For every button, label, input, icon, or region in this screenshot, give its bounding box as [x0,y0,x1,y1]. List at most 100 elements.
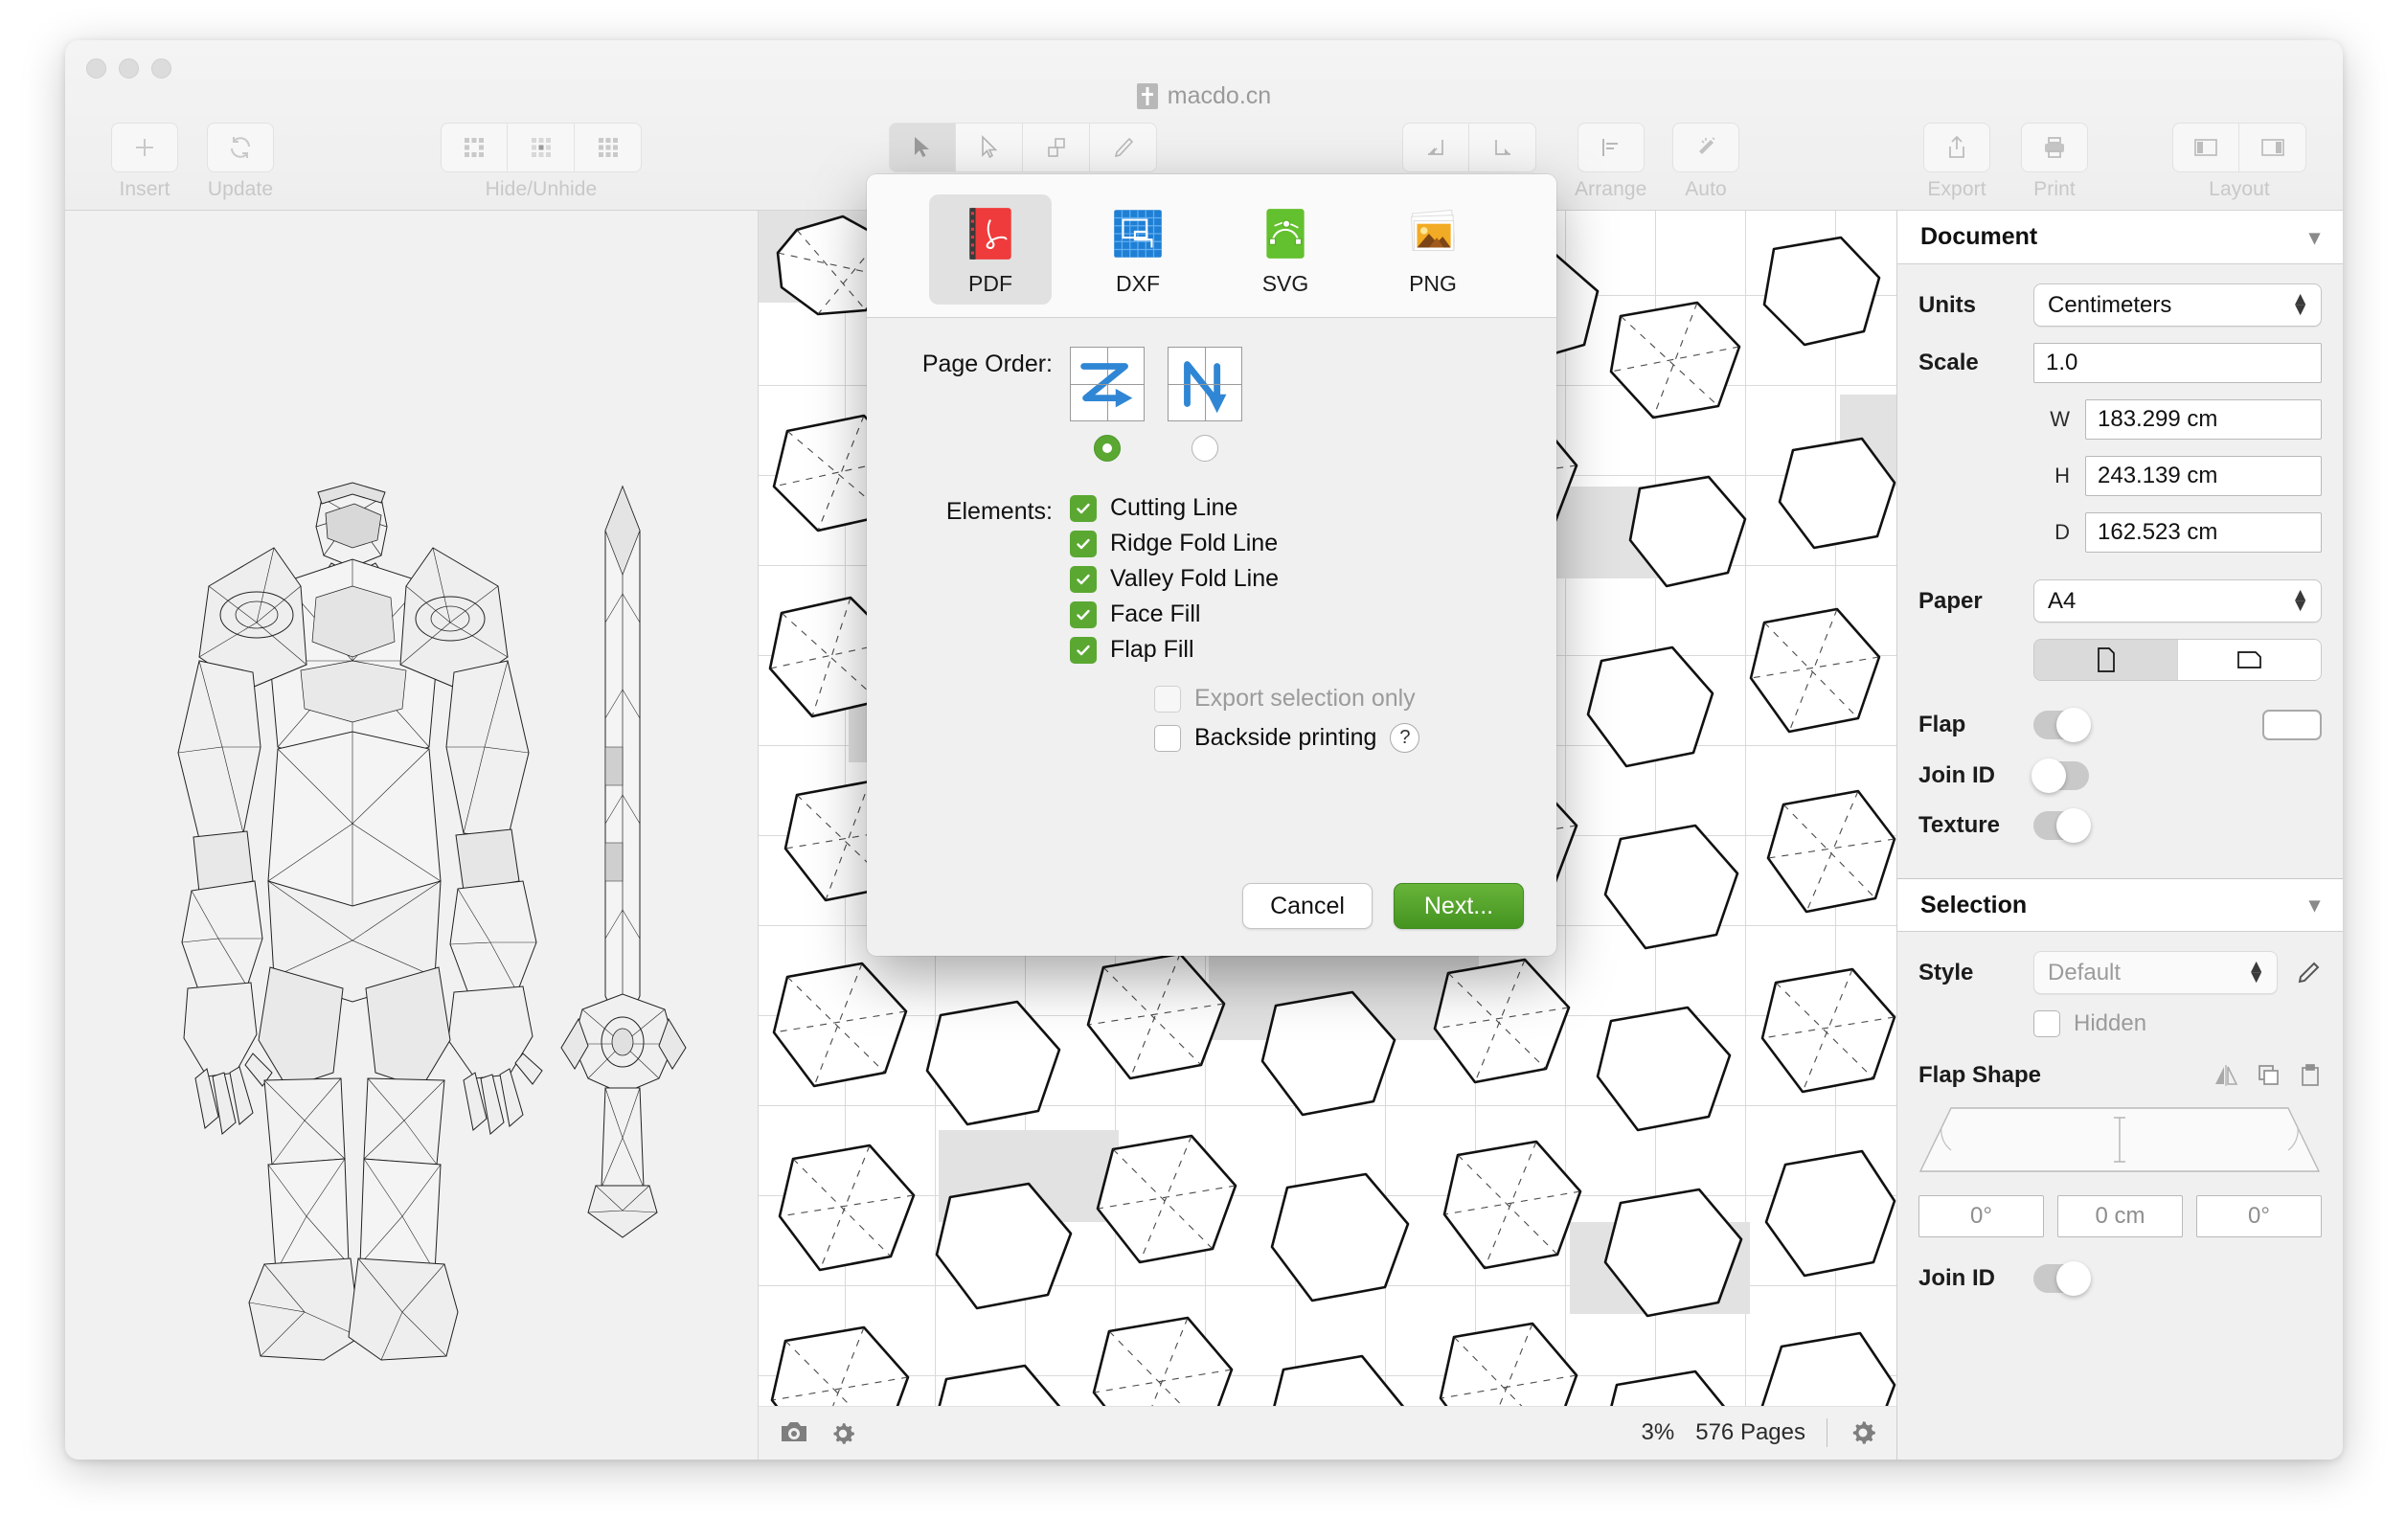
page-order-horizontal-option[interactable] [1070,347,1145,462]
stepper-icon[interactable]: ▲▼ [2291,294,2309,317]
camera-icon[interactable] [780,1420,808,1445]
orientation-segment[interactable] [2033,639,2322,681]
format-option-pdf[interactable]: PDF [929,194,1052,305]
element-cutting-line[interactable]: Cutting Line [1070,494,1279,522]
depth-value: 162.523 cm [2098,519,2217,546]
page-order-vertical-option[interactable] [1168,347,1242,462]
depth-input[interactable]: 162.523 cm [2085,512,2322,553]
selection-section-header[interactable]: Selection ▾ [1897,878,2343,932]
hidden-checkbox[interactable] [2033,1010,2060,1037]
chevron-down-icon[interactable]: ▾ [2309,225,2320,250]
scale-input[interactable]: 1.0 [2033,343,2322,383]
stepper-icon[interactable]: ▲▼ [2291,590,2309,613]
insert-button[interactable] [111,123,178,172]
width-input[interactable]: 183.299 cm [2085,399,2322,440]
update-button[interactable] [207,123,274,172]
hide-selected-button[interactable] [441,123,508,172]
ridge-fold-line-checkbox[interactable] [1070,531,1097,557]
backside-printing-checkbox[interactable] [1154,725,1181,752]
flap-height-input[interactable]: 0 cm [2057,1195,2183,1237]
page-order-vertical-icon[interactable] [1168,347,1242,421]
window-controls[interactable] [86,58,171,79]
direct-select-tool-button[interactable] [956,123,1023,172]
format-option-dxf[interactable]: DXF [1077,194,1199,305]
element-valley-fold-line[interactable]: Valley Fold Line [1070,565,1279,593]
page-order-horizontal-icon[interactable] [1070,347,1145,421]
cutting-line-checkbox[interactable] [1070,495,1097,522]
page-portrait-button[interactable] [2034,640,2178,680]
mirror-icon[interactable] [2213,1064,2239,1087]
panel-left-button[interactable] [2172,123,2239,172]
flap-toggle[interactable] [2033,711,2089,739]
page-order-vertical-radio[interactable] [1192,435,1218,462]
flap-shape-preview[interactable] [1918,1102,2322,1180]
hide-unhide-segment[interactable] [441,123,642,172]
page-order-horizontal-radio[interactable] [1094,435,1121,462]
element-ridge-fold-line[interactable]: Ridge Fold Line [1070,530,1279,557]
unhide-all-button[interactable] [575,123,642,172]
style-select[interactable]: Default ▲▼ [2033,951,2278,994]
backside-printing-row[interactable]: Backside printing ? [1154,723,1556,753]
format-label-pdf: PDF [968,271,1012,297]
hidden-checkbox-row[interactable]: Hidden [2033,1010,2146,1037]
format-option-svg[interactable]: SVG [1224,194,1347,305]
auto-button[interactable] [1672,123,1739,172]
check-icon [1075,642,1092,659]
close-button[interactable] [86,58,106,79]
tools-segment[interactable] [889,123,1157,172]
edit-flap-tool-button[interactable] [1090,123,1157,172]
print-button[interactable] [2021,123,2088,172]
style-row: Style Default ▲▼ [1918,951,2322,994]
rotate-right-button[interactable] [1469,123,1536,172]
scale-value: 1.0 [2046,350,2077,376]
join-id-toggle[interactable] [2033,761,2089,790]
export-selection-only-row[interactable]: Export selection only [1154,685,1556,713]
flap-preview-box[interactable] [2262,710,2322,740]
selection-join-id-toggle[interactable] [2033,1264,2089,1293]
shapes-icon [1044,135,1069,160]
element-face-fill[interactable]: Face Fill [1070,600,1279,628]
copy-icon[interactable] [2257,1063,2281,1088]
valley-fold-line-checkbox[interactable] [1070,566,1097,593]
maximize-button[interactable] [151,58,171,79]
backside-printing-label: Backside printing [1194,724,1376,752]
grid-all-icon [596,135,621,160]
flap-angle-left-input[interactable]: 0° [1918,1195,2044,1237]
page-landscape-button[interactable] [2178,640,2321,680]
group-tool-button[interactable] [1023,123,1090,172]
units-select[interactable]: Centimeters ▲▼ [2033,283,2322,327]
chevron-down-icon[interactable]: ▾ [2309,893,2320,917]
rotate-segment[interactable] [1402,123,1536,172]
model-3d-view[interactable] [65,211,759,1460]
stepper-icon[interactable]: ▲▼ [2247,962,2265,985]
rotate-left-button[interactable] [1402,123,1469,172]
flap-angle-right-input[interactable]: 0° [2196,1195,2322,1237]
element-flap-fill[interactable]: Flap Fill [1070,636,1279,664]
app-root: macdo.cn Insert [0,0,2406,1540]
paste-icon[interactable] [2299,1063,2322,1088]
paper-select[interactable]: A4 ▲▼ [2033,579,2322,623]
export-selection-only-checkbox[interactable] [1154,686,1181,713]
next-button[interactable]: Next... [1394,883,1524,929]
export-button[interactable] [1923,123,1990,172]
flap-shape-label: Flap Shape [1918,1062,2041,1089]
arrange-button[interactable] [1578,123,1645,172]
hide-unselected-button[interactable] [508,123,575,172]
grid-center-icon [529,135,554,160]
texture-toggle[interactable] [2033,811,2089,840]
face-fill-checkbox[interactable] [1070,601,1097,628]
panel-right-button[interactable] [2239,123,2306,172]
help-icon[interactable]: ? [1390,723,1419,753]
format-option-png[interactable]: PNG [1372,194,1494,305]
layout-segment[interactable] [2172,123,2306,172]
gear-icon[interactable] [829,1420,856,1447]
cancel-button[interactable]: Cancel [1242,883,1373,929]
pencil-icon[interactable] [2295,960,2322,986]
document-section-header[interactable]: Document ▾ [1897,211,2343,264]
height-row: H 243.139 cm [1918,456,2322,496]
flap-fill-checkbox[interactable] [1070,637,1097,664]
select-tool-button[interactable] [889,123,956,172]
minimize-button[interactable] [119,58,139,79]
gear-icon[interactable] [1849,1418,1877,1447]
height-input[interactable]: 243.139 cm [2085,456,2322,496]
